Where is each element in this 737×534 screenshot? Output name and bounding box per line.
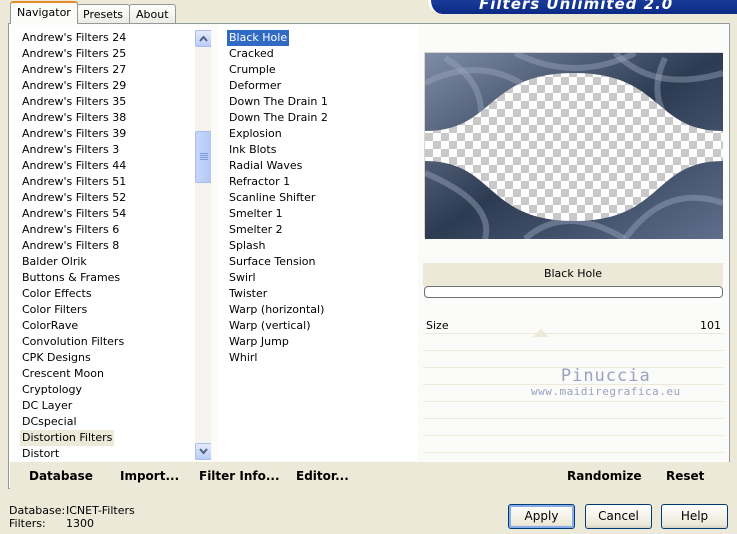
- effect-item[interactable]: Down The Drain 2: [227, 110, 330, 126]
- product-banner: Filters Unlimited 2.0: [428, 0, 737, 14]
- filter-category-item[interactable]: Distort: [20, 446, 61, 461]
- filter-category-item[interactable]: Color Filters: [20, 302, 89, 318]
- filter-category-item[interactable]: Balder Olrik: [20, 254, 89, 270]
- effect-item[interactable]: Scanline Shifter: [227, 190, 317, 206]
- watermark-url: www.maidiregrafica.eu: [531, 385, 681, 398]
- filter-category-item[interactable]: Andrew's Filters 35: [20, 94, 128, 110]
- effect-item[interactable]: Black Hole: [227, 30, 290, 46]
- filter-category-item[interactable]: Andrew's Filters 27: [20, 62, 128, 78]
- effect-item[interactable]: Whirl: [227, 350, 259, 366]
- effect-item[interactable]: Swirl: [227, 270, 258, 286]
- filter-category-item[interactable]: Distortion Filters: [20, 430, 115, 446]
- filters-count: 1300: [66, 517, 94, 530]
- tab-navigator[interactable]: Navigator: [10, 1, 78, 24]
- effect-preview: [424, 52, 723, 239]
- filter-category-item[interactable]: Andrew's Filters 39: [20, 126, 128, 142]
- scroll-thumb[interactable]: [195, 131, 211, 183]
- help-button[interactable]: Help: [661, 504, 728, 529]
- preview-image: [425, 53, 723, 239]
- filter-category-item[interactable]: Andrew's Filters 51: [20, 174, 128, 190]
- effect-item[interactable]: Smelter 1: [227, 206, 285, 222]
- param-row-empty: [423, 436, 723, 453]
- effect-item[interactable]: Refractor 1: [227, 174, 292, 190]
- watermark: Pinuccia www.maidiregrafica.eu: [531, 367, 681, 398]
- effect-item[interactable]: Smelter 2: [227, 222, 285, 238]
- filter-category-item[interactable]: Andrew's Filters 3: [20, 142, 121, 158]
- filter-category-item[interactable]: Andrew's Filters 54: [20, 206, 128, 222]
- database-label: Database:: [9, 504, 66, 517]
- effect-item[interactable]: Splash: [227, 238, 267, 254]
- navigator-panel: Andrew's Filters 24 Andrew's Filters 25 An…: [8, 23, 730, 489]
- effect-list[interactable]: Black Hole Cracked Crumple Deformer Down The…: [217, 25, 418, 461]
- tab-strip: Navigator Presets About: [8, 0, 428, 24]
- effect-item[interactable]: Radial Waves: [227, 158, 304, 174]
- param-value: 101: [700, 319, 721, 332]
- tab-presets[interactable]: Presets: [76, 4, 131, 23]
- category-scrollbar[interactable]: [195, 30, 211, 460]
- effect-item[interactable]: Cracked: [227, 46, 276, 62]
- effect-item[interactable]: Explosion: [227, 126, 284, 142]
- param-row-empty: [423, 334, 723, 351]
- navigator-bottom-bar: Database Import... Filter Info... Editor…: [10, 462, 730, 489]
- filter-category-item[interactable]: Andrew's Filters 44: [20, 158, 128, 174]
- effect-item[interactable]: Down The Drain 1: [227, 94, 330, 110]
- effect-item[interactable]: Twister: [227, 286, 269, 302]
- cancel-button[interactable]: Cancel: [585, 504, 652, 529]
- filter-category-item[interactable]: Cryptology: [20, 382, 84, 398]
- effect-item[interactable]: Warp Jump: [227, 334, 291, 350]
- param-row-empty: [423, 419, 723, 436]
- editor-button[interactable]: Editor...: [296, 469, 349, 483]
- param-row-empty: [423, 402, 723, 419]
- effect-title: Black Hole: [423, 263, 723, 286]
- progress-bar: [424, 286, 723, 298]
- filter-category-item[interactable]: CPK Designs: [20, 350, 93, 366]
- tab-about[interactable]: About: [129, 4, 176, 23]
- filter-category-list[interactable]: Andrew's Filters 24 Andrew's Filters 25 An…: [10, 25, 211, 461]
- database-button[interactable]: Database: [29, 469, 93, 483]
- param-label: Size: [426, 319, 449, 332]
- status-area: Database:ICNET-Filters Filters: 1300: [9, 504, 135, 530]
- effect-item[interactable]: Crumple: [227, 62, 278, 78]
- filter-category-item[interactable]: Andrew's Filters 38: [20, 110, 128, 126]
- reset-button[interactable]: Reset: [666, 469, 704, 483]
- filters-label: Filters:: [9, 517, 46, 530]
- database-value: ICNET-Filters: [66, 504, 135, 517]
- filter-category-item[interactable]: Convolution Filters: [20, 334, 126, 350]
- filter-category-item[interactable]: Crescent Moon: [20, 366, 106, 382]
- filter-category-item[interactable]: ColorRave: [20, 318, 80, 334]
- param-size-row[interactable]: Size 101: [423, 317, 723, 337]
- filter-category-item[interactable]: Color Effects: [20, 286, 94, 302]
- filter-category-item[interactable]: Andrew's Filters 6: [20, 222, 121, 238]
- randomize-button[interactable]: Randomize: [567, 469, 641, 483]
- filter-category-item[interactable]: Buttons & Frames: [20, 270, 122, 286]
- filter-category-item[interactable]: Andrew's Filters 24: [20, 30, 128, 46]
- scroll-up-button[interactable]: [195, 30, 211, 47]
- effect-item[interactable]: Deformer: [227, 78, 283, 94]
- scroll-down-button[interactable]: [195, 443, 211, 460]
- filter-category-item[interactable]: Andrew's Filters 8: [20, 238, 121, 254]
- parameter-area: Size 101 Pinuccia www.maidiregrafica.eu: [423, 317, 723, 460]
- filter-info-button[interactable]: Filter Info...: [199, 469, 280, 483]
- chevron-up-icon: [199, 35, 208, 42]
- effect-item[interactable]: Warp (vertical): [227, 318, 313, 334]
- watermark-title: Pinuccia: [560, 366, 651, 386]
- filter-category-item[interactable]: Andrew's Filters 29: [20, 78, 128, 94]
- import-button[interactable]: Import...: [120, 469, 179, 483]
- effect-item[interactable]: Surface Tension: [227, 254, 317, 270]
- effect-item[interactable]: Ink Blots: [227, 142, 278, 158]
- effect-item[interactable]: Warp (horizontal): [227, 302, 326, 318]
- apply-button[interactable]: Apply: [508, 504, 575, 529]
- filter-category-item[interactable]: DC Layer: [20, 398, 74, 414]
- chevron-down-icon: [199, 448, 208, 455]
- filter-category-item[interactable]: Andrew's Filters 52: [20, 190, 128, 206]
- filter-category-item[interactable]: DCspecial: [20, 414, 79, 430]
- filter-category-item[interactable]: Andrew's Filters 25: [20, 46, 128, 62]
